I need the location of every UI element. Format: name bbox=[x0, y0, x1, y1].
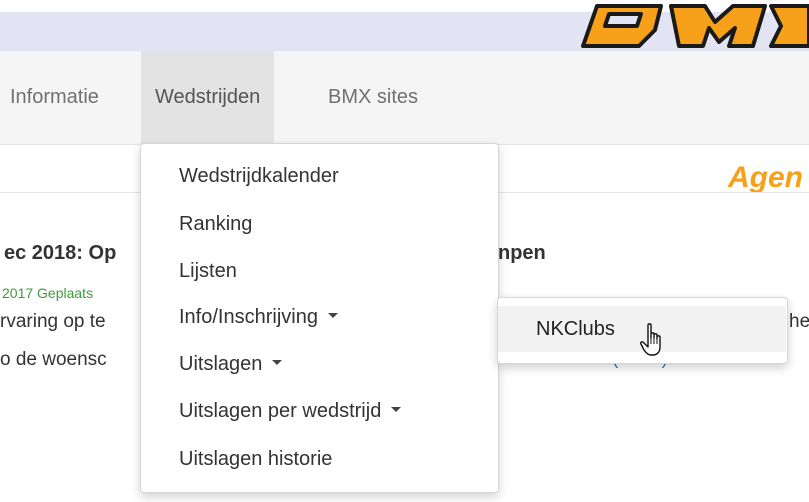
agenda-heading: Agen bbox=[728, 161, 803, 194]
menu-item-label: Wedstrijdkalender bbox=[179, 165, 339, 187]
hand-pointer-icon bbox=[640, 323, 661, 356]
header-band bbox=[0, 0, 809, 51]
news-meta: 2017 Geplaats bbox=[2, 285, 94, 301]
news-title-tail[interactable]: npen bbox=[498, 242, 546, 265]
nav-item-wedstrijden[interactable]: Wedstrijden bbox=[141, 51, 275, 144]
menu-item-uitslagen-per-wedstrijd[interactable]: Uitslagen per wedstrijd bbox=[179, 392, 402, 430]
menu-item-label: Lijsten bbox=[179, 260, 237, 282]
menu-item-label: Uitslagen historie bbox=[179, 448, 333, 470]
main-navbar: Informatie Wedstrijden BMX sites bbox=[0, 51, 809, 145]
submenu-item-label: NKClubs bbox=[536, 318, 615, 340]
nav-item-informatie[interactable]: Informatie bbox=[0, 51, 113, 144]
menu-item-wedstrijdkalender[interactable]: Wedstrijdkalender bbox=[179, 157, 339, 195]
bmx-logo-icon bbox=[581, 4, 809, 48]
wedstrijden-dropdown-menu: Wedstrijdkalender Ranking Lijsten Info/I… bbox=[140, 143, 499, 493]
menu-item-lijsten[interactable]: Lijsten bbox=[179, 252, 237, 290]
menu-item-uitslagen-historie[interactable]: Uitslagen historie bbox=[179, 440, 332, 478]
menu-item-label: Uitslagen bbox=[179, 353, 263, 375]
menu-item-label: Info/Inschrijving bbox=[179, 306, 318, 328]
caret-down-icon bbox=[272, 360, 283, 366]
menu-item-ranking[interactable]: Ranking bbox=[179, 205, 252, 243]
caret-down-icon bbox=[327, 313, 338, 319]
nav-item-bmx-sites[interactable]: BMX sites bbox=[314, 51, 432, 144]
menu-item-label: Uitslagen per wedstrijd bbox=[179, 400, 382, 422]
menu-item-info-inschrijving[interactable]: Info/Inschrijving bbox=[179, 298, 338, 336]
site-logo[interactable] bbox=[575, 0, 809, 51]
caret-down-icon bbox=[391, 407, 402, 413]
news-excerpt-line-2: o de woensc bbox=[0, 349, 107, 370]
menu-item-uitslagen[interactable]: Uitslagen bbox=[179, 345, 283, 383]
news-title[interactable]: ec 2018: Op bbox=[4, 242, 116, 265]
news-excerpt-line-1-tail: he bbox=[789, 311, 809, 332]
menu-item-label: Ranking bbox=[179, 213, 253, 235]
page: Informatie Wedstrijden BMX sites Agen ec… bbox=[0, 0, 809, 502]
news-excerpt-line-1: rvaring op te bbox=[0, 311, 106, 332]
